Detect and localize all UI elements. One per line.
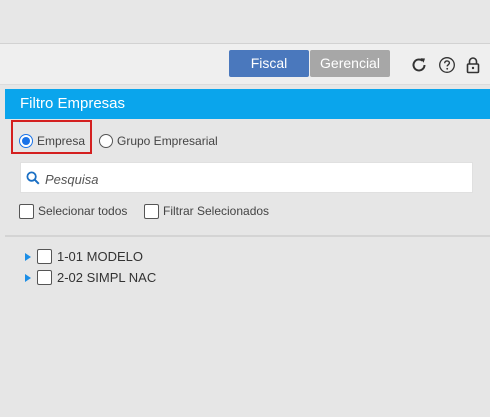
panel-title: Filtro Empresas	[5, 89, 490, 119]
help-icon[interactable]	[437, 55, 457, 75]
radio-grupo-circle[interactable]	[99, 134, 113, 148]
divider	[5, 235, 490, 237]
radio-empresa[interactable]: Empresa	[19, 132, 85, 150]
tab-fiscal[interactable]: Fiscal	[229, 50, 309, 77]
radio-grupo-label: Grupo Empresarial	[117, 134, 218, 148]
toolbar: Fiscal Gerencial	[0, 44, 490, 85]
company-label: 2-02 SIMPL NAC	[57, 270, 157, 285]
refresh-icon[interactable]	[409, 55, 429, 75]
company-checkbox[interactable]	[37, 270, 52, 285]
select-all-checkbox[interactable]	[19, 203, 34, 219]
radio-empresa-circle[interactable]	[19, 134, 33, 148]
company-tree: 1-01 MODELO 2-02 SIMPL NAC	[5, 246, 490, 288]
search-icon	[26, 171, 40, 185]
filter-selected-checkbox[interactable]	[144, 203, 159, 219]
filter-panel: Empresa Grupo Empresarial Selecionar tod…	[5, 119, 490, 417]
search-box	[20, 162, 473, 193]
radio-grupo-empresarial[interactable]: Grupo Empresarial	[99, 132, 218, 150]
company-label: 1-01 MODELO	[57, 249, 143, 264]
filter-selected-option[interactable]: Filtrar Selecionados	[144, 203, 269, 219]
select-all-option[interactable]: Selecionar todos	[19, 203, 127, 219]
expand-arrow-icon[interactable]	[25, 252, 31, 261]
filter-selected-label: Filtrar Selecionados	[163, 204, 270, 218]
tab-gerencial[interactable]: Gerencial	[310, 50, 390, 77]
top-bar	[0, 0, 490, 44]
lock-icon[interactable]	[463, 55, 483, 75]
tree-item: 2-02 SIMPL NAC	[5, 267, 490, 288]
radio-group: Empresa Grupo Empresarial	[5, 119, 490, 161]
expand-arrow-icon[interactable]	[25, 273, 31, 282]
tree-item: 1-01 MODELO	[5, 246, 490, 267]
company-checkbox[interactable]	[37, 249, 52, 264]
select-all-label: Selecionar todos	[38, 204, 128, 218]
search-input[interactable]	[43, 167, 467, 191]
radio-empresa-label: Empresa	[37, 134, 86, 148]
